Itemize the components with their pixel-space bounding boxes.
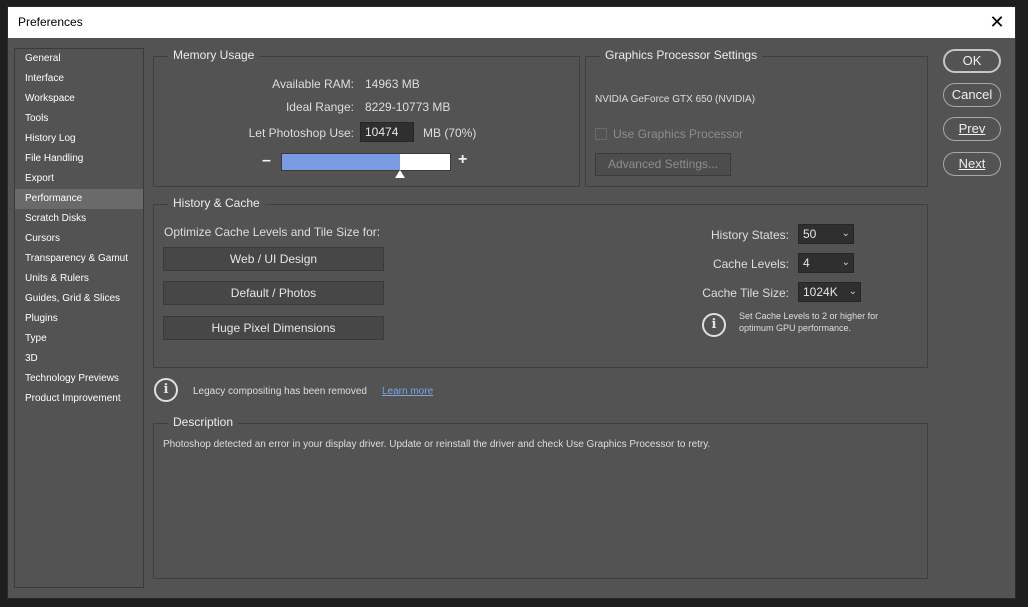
huge-pixel-dimensions-button[interactable]: Huge Pixel Dimensions [163,316,384,340]
cancel-button[interactable]: Cancel [943,83,1001,107]
gpu-settings-title: Graphics Processor Settings [600,48,763,62]
memory-usage-title: Memory Usage [168,48,260,62]
optimize-cache-label: Optimize Cache Levels and Tile Size for: [164,225,381,239]
memory-slider-track[interactable] [281,153,451,171]
history-cache-panel: History & Cache Optimize Cache Levels an… [153,196,928,368]
increase-memory-button[interactable]: + [458,151,467,169]
sidebar-item-units-rulers[interactable]: Units & Rulers [15,269,143,289]
description-title: Description [168,415,239,429]
history-states-value: 50 [803,227,817,241]
sidebar-item-scratch-disks[interactable]: Scratch Disks [15,209,143,229]
sidebar-item-tools[interactable]: Tools [15,109,143,129]
gpu-settings-panel: Graphics Processor Settings NVIDIA GeFor… [585,48,928,187]
description-text: Photoshop detected an error in your disp… [163,439,711,450]
chevron-down-icon: ⌄ [841,228,850,239]
info-icon: i [702,313,726,337]
sidebar-item-general[interactable]: General [15,49,143,69]
photoshop-use-label: Let Photoshop Use: [248,126,354,140]
legacy-compositing-notice: Legacy compositing has been removed [193,386,367,397]
info-icon: i [154,378,178,402]
sidebar-item-interface[interactable]: Interface [15,69,143,89]
memory-slider-thumb[interactable] [395,170,405,178]
sidebar-item-transparency-gamut[interactable]: Transparency & Gamut [15,249,143,269]
history-cache-title: History & Cache [168,196,265,210]
cache-levels-label: Cache Levels: [712,257,789,271]
ok-button[interactable]: OK [943,49,1001,73]
advanced-settings-button[interactable]: Advanced Settings... [595,153,731,176]
sidebar-item-plugins[interactable]: Plugins [15,309,143,329]
memory-slider-fill [282,154,400,170]
default-photos-button[interactable]: Default / Photos [163,281,384,305]
sidebar-item-guides-grid-slices[interactable]: Guides, Grid & Slices [15,289,143,309]
preferences-sidebar: General Interface Workspace Tools Histor… [14,48,144,588]
web-ui-design-button[interactable]: Web / UI Design [163,247,384,271]
photoshop-use-unit: MB (70%) [423,126,477,140]
ideal-range-label: Ideal Range: [285,100,354,114]
description-panel: Description Photoshop detected an error … [153,415,928,579]
cache-tip-line1: Set Cache Levels to 2 or higher for [739,311,879,321]
chevron-down-icon: ⌄ [841,257,850,268]
title-bar: Preferences ✕ [8,7,1015,38]
cache-levels-value: 4 [803,256,810,270]
sidebar-item-history-log[interactable]: History Log [15,129,143,149]
close-icon[interactable]: ✕ [987,12,1007,32]
preferences-dialog: Preferences ✕ General Interface Workspac… [7,6,1016,599]
memory-usage-panel: Memory Usage Available RAM: 14963 MB Ide… [153,48,580,187]
sidebar-item-cursors[interactable]: Cursors [15,229,143,249]
sidebar-item-product-improvement[interactable]: Product Improvement [15,389,143,409]
window-title: Preferences [18,15,83,29]
available-ram-label: Available RAM: [272,77,354,91]
sidebar-item-workspace[interactable]: Workspace [15,89,143,109]
cache-tile-size-value: 1024K [803,285,838,299]
sidebar-item-export[interactable]: Export [15,169,143,189]
cache-levels-select[interactable]: 4 ⌄ [798,253,854,273]
sidebar-item-3d[interactable]: 3D [15,349,143,369]
available-ram-value: 14963 MB [365,77,420,91]
sidebar-item-technology-previews[interactable]: Technology Previews [15,369,143,389]
ideal-range-value: 8229-10773 MB [365,100,451,114]
history-states-select[interactable]: 50 ⌄ [798,224,854,244]
use-gpu-label: Use Graphics Processor [613,127,744,141]
history-states-label: History States: [710,228,789,242]
next-button[interactable]: Next [943,152,1001,176]
photoshop-use-input[interactable] [360,122,414,142]
prev-button[interactable]: Prev [943,117,1001,141]
cache-tile-size-label: Cache Tile Size: [702,286,789,300]
cache-tip-line2: optimum GPU performance. [739,323,852,333]
chevron-down-icon: ⌄ [848,286,857,297]
sidebar-item-type[interactable]: Type [15,329,143,349]
gpu-device-name: NVIDIA GeForce GTX 650 (NVIDIA) [595,94,756,105]
use-gpu-checkbox[interactable] [595,128,607,140]
sidebar-item-file-handling[interactable]: File Handling [15,149,143,169]
sidebar-item-performance[interactable]: Performance [15,189,143,209]
decrease-memory-button[interactable]: – [262,152,271,170]
cache-tile-size-select[interactable]: 1024K ⌄ [798,282,861,302]
learn-more-link[interactable]: Learn more [382,386,433,397]
